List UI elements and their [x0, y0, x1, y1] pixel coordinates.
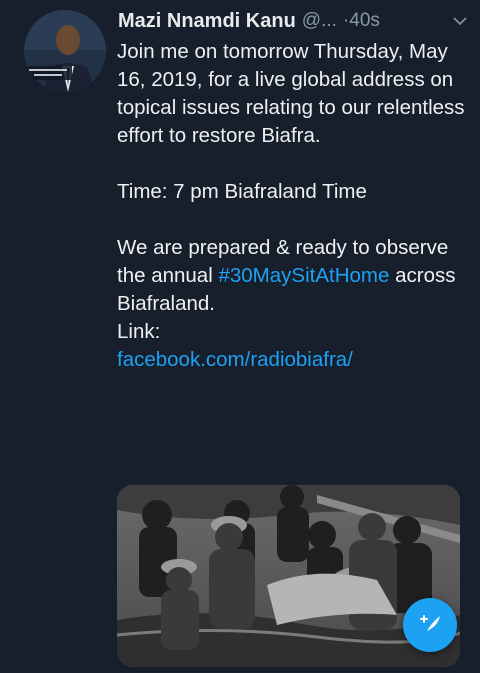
- tweet-paragraph-intro: Join me on tomorrow Thursday, May 16, 20…: [117, 40, 465, 147]
- tweet-text: Join me on tomorrow Thursday, May 16, 20…: [117, 38, 465, 374]
- author-avatar[interactable]: [24, 10, 106, 92]
- tweet-timestamp[interactable]: ·40s: [343, 10, 380, 32]
- tweet-header: Mazi Nnamdi Kanu @... ·40s: [118, 6, 468, 36]
- chevron-down-icon[interactable]: [452, 13, 468, 29]
- author-handle[interactable]: @...: [302, 10, 337, 32]
- tweet-paragraph-announcement: We are prepared & ready to observe the a…: [117, 234, 465, 318]
- author-name[interactable]: Mazi Nnamdi Kanu: [118, 10, 296, 33]
- hashtag-link[interactable]: #30MaySitAtHome: [218, 264, 389, 287]
- compose-tweet-button[interactable]: [403, 598, 457, 652]
- tweet-paragraph-time: Time: 7 pm Biafraland Time: [117, 180, 367, 203]
- facebook-url-link[interactable]: facebook.com/radiobiafra/: [117, 346, 465, 374]
- avatar-image: [24, 10, 106, 92]
- link-label: Link:: [117, 320, 161, 343]
- compose-feather-icon: [420, 615, 440, 635]
